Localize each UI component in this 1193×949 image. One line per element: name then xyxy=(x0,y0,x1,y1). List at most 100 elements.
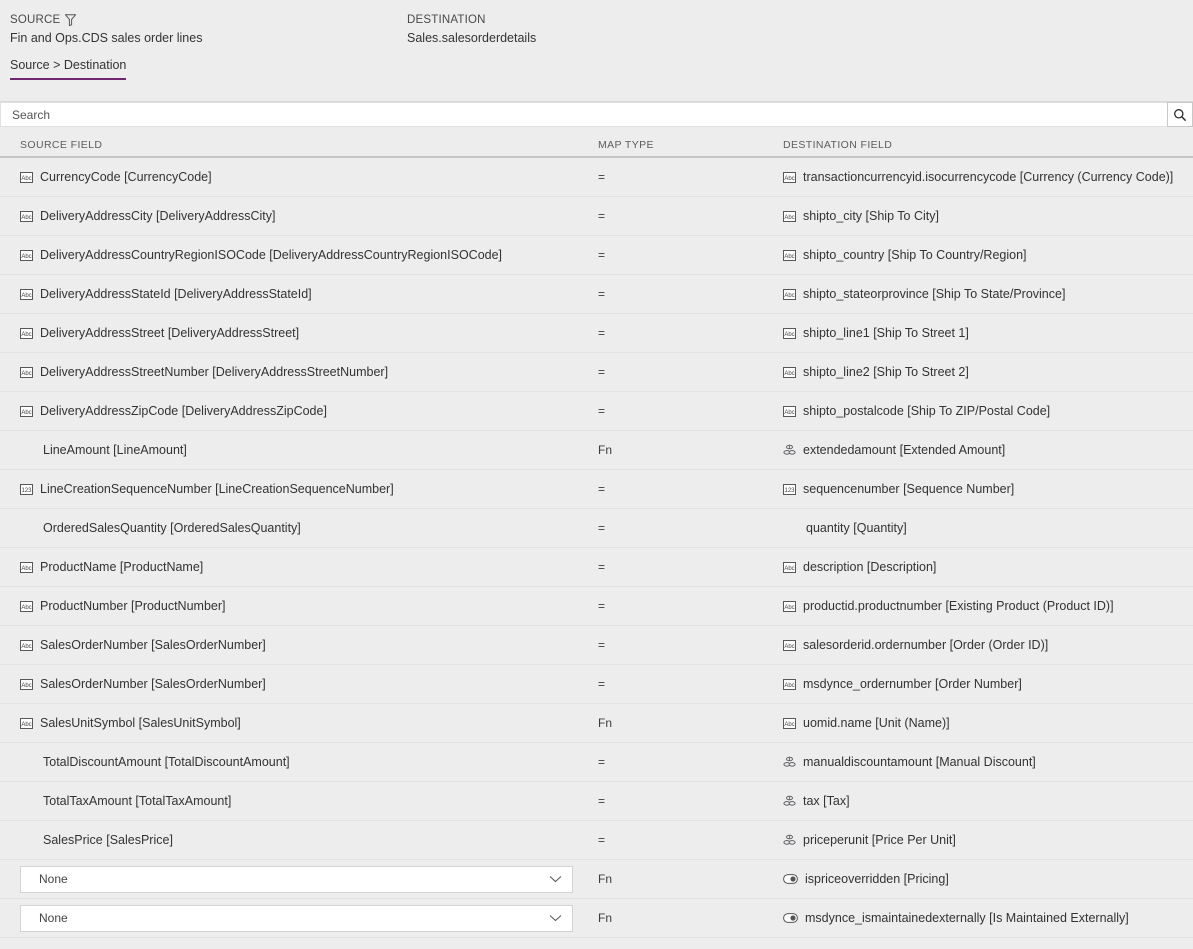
table-row[interactable]: Abc DeliveryAddressZipCode [DeliveryAddre… xyxy=(0,392,1193,431)
text-field-icon: Abc xyxy=(783,289,796,300)
table-row[interactable]: AbcDeliveryAddressStreet [DeliveryAddres… xyxy=(0,314,1193,353)
source-field-cell: OrderedSalesQuantity [OrderedSalesQuanti… xyxy=(0,521,598,535)
search-input[interactable] xyxy=(10,107,1167,123)
source-field-cell: AbcDeliveryAddressStreet [DeliveryAddres… xyxy=(0,326,598,340)
filter-icon[interactable] xyxy=(65,14,76,26)
table-row[interactable]: OrderedSalesQuantity [OrderedSalesQuanti… xyxy=(0,509,1193,548)
table-row[interactable]: AbcDeliveryAddressStreetNumber [Delivery… xyxy=(0,353,1193,392)
svg-text:Abc: Abc xyxy=(784,371,794,377)
source-field-cell: AbcCurrencyCode [CurrencyCode] xyxy=(0,170,598,184)
map-type-cell: = xyxy=(598,326,783,340)
svg-text:Abc: Abc xyxy=(784,605,794,611)
source-field-label: SalesOrderNumber [SalesOrderNumber] xyxy=(40,677,266,691)
table-row[interactable]: AbcDeliveryAddressCity [DeliveryAddressC… xyxy=(0,197,1193,236)
source-field-label: OrderedSalesQuantity [OrderedSalesQuanti… xyxy=(43,521,301,535)
svg-text:Abc: Abc xyxy=(784,644,794,650)
source-field-cell: AbcDeliveryAddressCountryRegionISOCode [… xyxy=(0,248,598,262)
table-row[interactable]: AbcProductName [ProductName]=Abcdescript… xyxy=(0,548,1193,587)
table-row[interactable]: LineAmount [LineAmount]Fnextendedamount … xyxy=(0,431,1193,470)
currency-icon xyxy=(783,756,796,769)
table-row[interactable]: AbcDeliveryAddressCountryRegionISOCode [… xyxy=(0,236,1193,275)
table-row[interactable]: TotalDiscountAmount [TotalDiscountAmount… xyxy=(0,743,1193,782)
source-field-label: DeliveryAddressZipCode [DeliveryAddressZ… xyxy=(40,404,327,418)
source-field-label: ProductNumber [ProductNumber] xyxy=(40,599,226,613)
source-field-cell: None xyxy=(0,905,598,932)
source-field-cell: AbcDeliveryAddressStreetNumber [Delivery… xyxy=(0,365,598,379)
source-field-dropdown-value: None xyxy=(39,911,68,925)
destination-field-label: shipto_city [Ship To City] xyxy=(803,209,939,223)
source-field-cell: AbcSalesOrderNumber [SalesOrderNumber] xyxy=(0,638,598,652)
table-row[interactable]: 123LineCreationSequenceNumber [LineCreat… xyxy=(0,470,1193,509)
source-field-cell: LineAmount [LineAmount] xyxy=(0,443,598,457)
destination-field-cell: quantity [Quantity] xyxy=(783,521,1193,535)
svg-text:Abc: Abc xyxy=(784,332,794,338)
chevron-down-icon xyxy=(549,914,562,922)
map-type-cell: = xyxy=(598,365,783,379)
source-field-cell: AbcDeliveryAddressCity [DeliveryAddressC… xyxy=(0,209,598,223)
table-row[interactable]: NoneFnmsdynce_ismaintainedexternally [Is… xyxy=(0,899,1193,938)
map-type-cell: = xyxy=(598,287,783,301)
map-type-cell: = xyxy=(598,560,783,574)
tab-source-destination[interactable]: Source > Destination xyxy=(10,58,126,80)
destination-field-cell: Abc shipto_city [Ship To City] xyxy=(783,209,1193,223)
destination-field-label: shipto_country [Ship To Country/Region] xyxy=(803,248,1027,262)
source-field-label: TotalDiscountAmount [TotalDiscountAmount… xyxy=(43,755,290,769)
destination-field-label: msdynce_ordernumber [Order Number] xyxy=(803,677,1022,691)
table-row[interactable]: AbcDeliveryAddressStateId [DeliveryAddre… xyxy=(0,275,1193,314)
text-field-icon: Abc xyxy=(783,367,796,378)
text-field-icon: Abc xyxy=(20,211,33,222)
map-type-cell: = xyxy=(598,248,783,262)
source-field-dropdown[interactable]: None xyxy=(20,905,573,932)
destination-field-cell: Abcshipto_line1 [Ship To Street 1] xyxy=(783,326,1193,340)
source-field-label: SalesOrderNumber [SalesOrderNumber] xyxy=(40,638,266,652)
table-row[interactable]: AbcProductNumber [ProductNumber]=Abcprod… xyxy=(0,587,1193,626)
map-type-cell: = xyxy=(598,209,783,223)
source-field-cell: None xyxy=(0,866,598,893)
destination-field-cell: Abcsalesorderid.ordernumber [Order (Orde… xyxy=(783,638,1193,652)
source-label: SOURCE xyxy=(10,14,60,26)
table-row[interactable]: AbcCurrencyCode [CurrencyCode]=Abctransa… xyxy=(0,158,1193,197)
destination-field-cell: priceperunit [Price Per Unit] xyxy=(783,833,1193,847)
table-row[interactable]: AbcSalesOrderNumber [SalesOrderNumber]=A… xyxy=(0,626,1193,665)
source-field-label: SalesUnitSymbol [SalesUnitSymbol] xyxy=(40,716,241,730)
search-bar xyxy=(0,101,1193,127)
table-body: AbcCurrencyCode [CurrencyCode]=Abctransa… xyxy=(0,158,1193,938)
map-type-cell: = xyxy=(598,833,783,847)
svg-text:Abc: Abc xyxy=(784,566,794,572)
table-row[interactable]: TotalTaxAmount [TotalTaxAmount]=tax [Tax… xyxy=(0,782,1193,821)
svg-text:Abc: Abc xyxy=(784,410,794,416)
text-field-icon: Abc xyxy=(783,172,796,183)
text-field-icon: Abc xyxy=(783,250,796,261)
number-field-icon: 123 xyxy=(20,484,33,495)
source-field-label: SalesPrice [SalesPrice] xyxy=(43,833,173,847)
table-row[interactable]: AbcSalesUnitSymbol [SalesUnitSymbol]FnAb… xyxy=(0,704,1193,743)
destination-field-cell: Abcproductid.productnumber [Existing Pro… xyxy=(783,599,1193,613)
source-field-cell: SalesPrice [SalesPrice] xyxy=(0,833,598,847)
source-value: Fin and Ops.CDS sales order lines xyxy=(10,31,407,45)
source-field-cell: AbcSalesUnitSymbol [SalesUnitSymbol] xyxy=(0,716,598,730)
source-field-dropdown[interactable]: None xyxy=(20,866,573,893)
text-field-icon: Abc xyxy=(783,718,796,729)
map-type-cell: Fn xyxy=(598,716,783,730)
search-button[interactable] xyxy=(1167,102,1193,127)
destination-field-label: ispriceoverridden [Pricing] xyxy=(805,872,949,886)
text-field-icon: Abc xyxy=(783,211,796,222)
text-field-icon: Abc xyxy=(20,250,33,261)
svg-text:Abc: Abc xyxy=(784,722,794,728)
currency-icon xyxy=(783,795,796,808)
table-row[interactable]: SalesPrice [SalesPrice] = priceperunit [Pr… xyxy=(0,821,1193,860)
svg-text:Abc: Abc xyxy=(21,332,31,338)
destination-field-cell: manualdiscountamount [Manual Discount] xyxy=(783,755,1193,769)
table-row[interactable]: None Fn ispriceoverridden [Pricing] xyxy=(0,860,1193,899)
search-icon xyxy=(1173,108,1187,122)
destination-field-label: priceperunit [Price Per Unit] xyxy=(803,833,956,847)
search-input-wrapper[interactable] xyxy=(0,102,1167,127)
destination-field-cell: Abcshipto_postalcode [Ship To ZIP/Postal… xyxy=(783,404,1193,418)
table-row[interactable]: AbcSalesOrderNumber [SalesOrderNumber]=A… xyxy=(0,665,1193,704)
svg-text:Abc: Abc xyxy=(21,176,31,182)
destination-summary: DESTINATION Sales.salesorderdetails xyxy=(407,12,807,45)
text-field-icon: Abc xyxy=(20,679,33,690)
destination-field-label: tax [Tax] xyxy=(803,794,850,808)
map-type-cell: Fn xyxy=(598,872,783,886)
chevron-down-icon xyxy=(549,875,562,883)
